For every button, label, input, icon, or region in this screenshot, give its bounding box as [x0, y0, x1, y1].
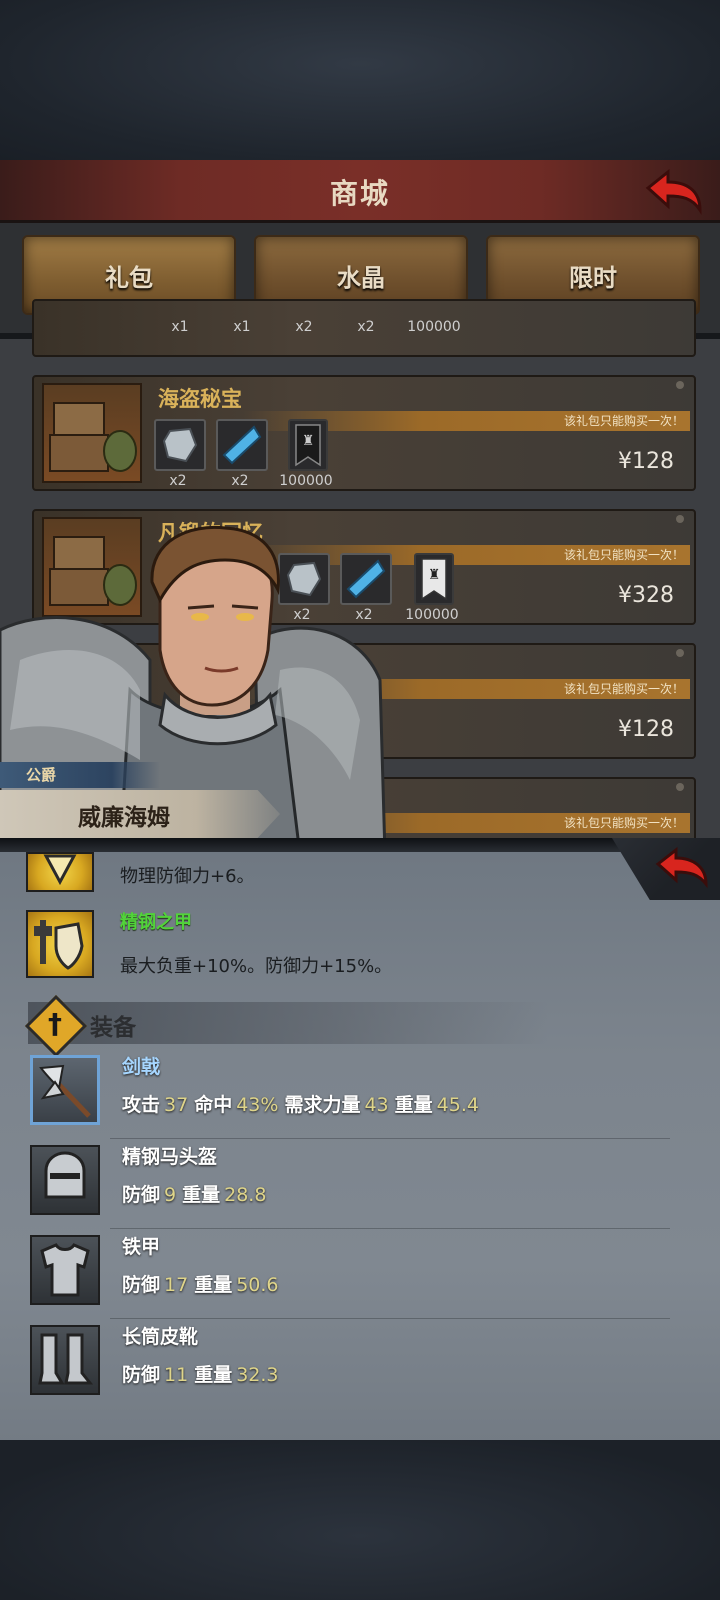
- divider: [110, 1138, 670, 1139]
- stat-label: 防御: [122, 1184, 161, 1206]
- item-count: 100000: [407, 319, 461, 335]
- skill-description: 物理防御力+6。: [120, 866, 255, 887]
- stat-value: 37: [164, 1094, 189, 1116]
- stat-value: 50.6: [236, 1274, 279, 1296]
- equipment-name: 剑戟: [122, 1056, 161, 1078]
- pin-icon: [676, 649, 684, 657]
- boots-icon[interactable]: [30, 1325, 100, 1395]
- equipment-stats: 攻击 37 命中 43% 需求力量 43 重量 45.4: [122, 1090, 485, 1117]
- rank-title: 公爵: [26, 766, 57, 784]
- name-plate: 威廉海姆: [0, 790, 280, 838]
- defense-skill-icon[interactable]: [26, 852, 94, 892]
- equipment-name: 铁甲: [122, 1236, 161, 1258]
- character-detail-panel[interactable]: [0, 848, 720, 1442]
- banner-icon: ♜: [288, 419, 328, 471]
- back-arrow-icon[interactable]: [642, 166, 706, 216]
- banner-icon: ♜: [414, 553, 454, 605]
- stat-value: 11: [164, 1364, 189, 1386]
- stat-label: 重量: [182, 1184, 221, 1206]
- pack-card[interactable]: 海盗秘宝 该礼包只能购买一次！ ♜ x2 x2 100000 ¥128: [32, 375, 696, 491]
- divider: [110, 1318, 670, 1319]
- divider: [110, 1228, 670, 1229]
- stat-label: 攻击: [122, 1094, 161, 1116]
- stat-value: 28.8: [224, 1184, 267, 1206]
- equipment-section-title: 装备: [90, 1015, 136, 1041]
- item-count: 100000: [405, 607, 459, 623]
- skill-description: 最大负重+10%。防御力+15%。: [120, 956, 393, 977]
- equipment-stats: 防御 17 重量 50.6: [122, 1270, 285, 1297]
- stone-icon: [154, 419, 206, 471]
- stat-label: 防御: [122, 1364, 161, 1386]
- stat-label: 命中: [194, 1094, 233, 1116]
- character-name: 威廉海姆: [78, 805, 170, 831]
- pack-card-partial[interactable]: x1 x1 x2 x2 100000: [32, 299, 696, 357]
- armor-icon[interactable]: [30, 1235, 100, 1305]
- stat-value: 43%: [236, 1094, 279, 1116]
- equipment-name: 精钢马头盔: [122, 1146, 218, 1168]
- top-background: [0, 0, 720, 160]
- shop-header: 商城: [0, 160, 720, 223]
- bottom-background: [0, 1440, 720, 1600]
- stat-value: 45.4: [436, 1094, 479, 1116]
- svg-text:♜: ♜: [302, 433, 315, 449]
- shop-title: 商城: [329, 177, 390, 210]
- pack-price[interactable]: ¥328: [618, 583, 674, 608]
- pin-icon: [676, 783, 684, 791]
- stat-value: 17: [164, 1274, 189, 1296]
- stat-value: 32.3: [236, 1364, 279, 1386]
- rank-badge: 公爵: [0, 762, 160, 788]
- panel-edge: [0, 838, 720, 852]
- pack-price[interactable]: ¥128: [618, 717, 674, 742]
- helmet-icon[interactable]: [30, 1145, 100, 1215]
- steel-armor-skill-icon[interactable]: [26, 910, 94, 978]
- equipment-name: 长筒皮靴: [122, 1326, 199, 1348]
- pin-icon: [676, 381, 684, 389]
- stat-label: 防御: [122, 1274, 161, 1296]
- crystal-icon: [216, 419, 268, 471]
- item-count: 100000: [279, 473, 333, 489]
- stat-label: 重量: [394, 1094, 433, 1116]
- skill-name: 精钢之甲: [120, 912, 192, 933]
- stat-label: 重量: [194, 1274, 233, 1296]
- stat-label: 需求力量: [284, 1094, 361, 1116]
- sword-icon: †: [48, 1007, 62, 1040]
- stat-value: 9: [164, 1184, 177, 1206]
- pack-name: 海盗秘宝: [158, 387, 242, 411]
- stat-value: 43: [364, 1094, 389, 1116]
- halberd-icon[interactable]: [30, 1055, 100, 1125]
- pack-price[interactable]: ¥128: [618, 449, 674, 474]
- pin-icon: [676, 515, 684, 523]
- equipment-stats: 防御 9 重量 28.8: [122, 1180, 272, 1207]
- stat-label: 重量: [194, 1364, 233, 1386]
- treasure-chest-icon: [42, 383, 142, 483]
- equipment-stats: 防御 11 重量 32.3: [122, 1360, 285, 1387]
- svg-text:♜: ♜: [428, 567, 441, 583]
